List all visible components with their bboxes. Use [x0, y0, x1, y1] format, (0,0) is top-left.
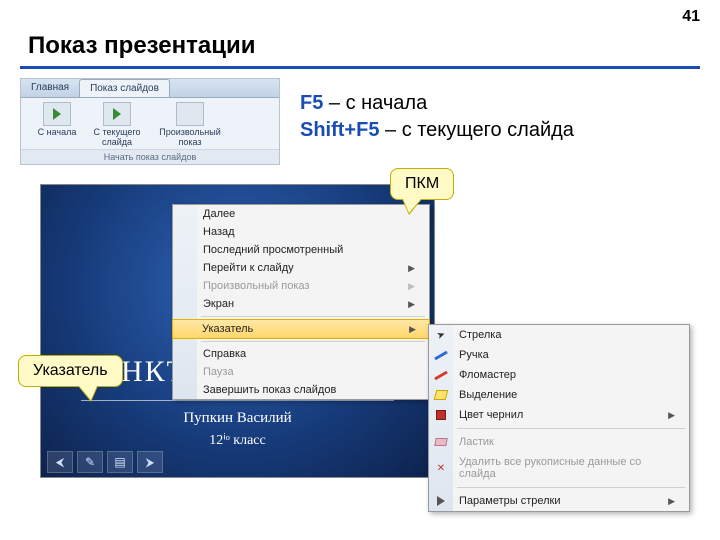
- callout-pkm: ПКМ: [390, 168, 454, 200]
- delete-icon: [433, 460, 449, 476]
- callout-pointer: Указатель: [18, 355, 123, 387]
- slide-divider: [81, 400, 394, 401]
- menu-custom-show: Произвольный показ▶: [173, 277, 429, 295]
- slide-author: Пупкин Василий: [41, 410, 434, 427]
- sub-erase-all: Удалить все рукописные данные со слайда: [429, 452, 689, 484]
- nav-next-icon[interactable]: ⮞: [137, 451, 163, 473]
- shortcuts-text: F5 – с начала Shift+F5 – с текущего слай…: [300, 90, 574, 144]
- btn-from-start[interactable]: С начала: [27, 102, 87, 148]
- cursor-icon: [433, 327, 449, 343]
- btn-from-current[interactable]: С текущего слайда: [87, 102, 147, 148]
- shortcut-shiftf5-key: Shift+F5: [300, 119, 379, 141]
- shortcut-shiftf5-text: – с текущего слайда: [379, 119, 573, 141]
- sub-highlight[interactable]: Выделение: [429, 385, 689, 405]
- sub-arrow-opts[interactable]: Параметры стрелки▶: [429, 491, 689, 511]
- page-title: Показ презентации: [28, 32, 255, 60]
- menu-pointer[interactable]: Указатель▶: [172, 319, 430, 339]
- menu-separator: [201, 316, 425, 317]
- ribbon: Главная Показ слайдов С начала С текущег…: [20, 78, 280, 165]
- btn-custom-label: Произвольный показ: [147, 128, 233, 148]
- tab-home[interactable]: Главная: [21, 79, 79, 97]
- slideshow-nav: ⮜ ✎ ▤ ⮞: [47, 451, 163, 473]
- custom-show-icon: [176, 102, 204, 126]
- play-icon: [43, 102, 71, 126]
- menu-separator: [457, 428, 685, 429]
- menu-next[interactable]: Далее: [173, 205, 429, 223]
- tab-slideshow[interactable]: Показ слайдов: [79, 79, 170, 97]
- menu-separator: [457, 487, 685, 488]
- eraser-icon: [433, 434, 449, 450]
- chevron-right-icon: ▶: [409, 324, 416, 335]
- chevron-right-icon: ▶: [408, 281, 415, 292]
- menu-last-viewed[interactable]: Последний просмотренный: [173, 241, 429, 259]
- pointer-submenu: Стрелка Ручка Фломастер Выделение Цвет ч…: [428, 324, 690, 512]
- title-rule: [20, 66, 700, 69]
- nav-pen-icon[interactable]: ✎: [77, 451, 103, 473]
- chevron-right-icon: ▶: [408, 263, 415, 274]
- sub-ink-color[interactable]: Цвет чернил▶: [429, 405, 689, 425]
- pen-icon: [433, 347, 449, 363]
- highlighter-icon: [433, 387, 449, 403]
- play-icon: [103, 102, 131, 126]
- menu-end-show[interactable]: Завершить показ слайдов: [173, 381, 429, 399]
- sub-pen[interactable]: Ручка: [429, 345, 689, 365]
- menu-screen[interactable]: Экран▶: [173, 295, 429, 313]
- slide-class: 12ⁱᵒ класс: [41, 432, 434, 449]
- nav-menu-icon[interactable]: ▤: [107, 451, 133, 473]
- sub-eraser: Ластик: [429, 432, 689, 452]
- arrow-options-icon: [433, 493, 449, 509]
- menu-help[interactable]: Справка: [173, 345, 429, 363]
- context-menu: Далее Назад Последний просмотренный Пере…: [172, 204, 430, 400]
- btn-from-start-label: С начала: [38, 128, 77, 138]
- sub-felt[interactable]: Фломастер: [429, 365, 689, 385]
- ink-color-icon: [433, 407, 449, 423]
- menu-pause: Пауза: [173, 363, 429, 381]
- felt-pen-icon: [433, 367, 449, 383]
- ribbon-group-label: Начать показ слайдов: [21, 149, 279, 164]
- shortcut-f5-key: F5: [300, 92, 323, 114]
- shortcut-f5-text: – с начала: [323, 92, 427, 114]
- chevron-right-icon: ▶: [668, 410, 675, 421]
- sub-arrow[interactable]: Стрелка: [429, 325, 689, 345]
- btn-from-current-label: С текущего слайда: [87, 128, 147, 148]
- menu-back[interactable]: Назад: [173, 223, 429, 241]
- nav-prev-icon[interactable]: ⮜: [47, 451, 73, 473]
- ribbon-tabs: Главная Показ слайдов: [21, 79, 279, 98]
- chevron-right-icon: ▶: [668, 496, 675, 507]
- menu-separator: [201, 341, 425, 342]
- btn-custom-show[interactable]: Произвольный показ: [147, 102, 233, 148]
- chevron-right-icon: ▶: [408, 299, 415, 310]
- menu-goto-slide[interactable]: Перейти к слайду▶: [173, 259, 429, 277]
- page-number: 41: [682, 8, 700, 26]
